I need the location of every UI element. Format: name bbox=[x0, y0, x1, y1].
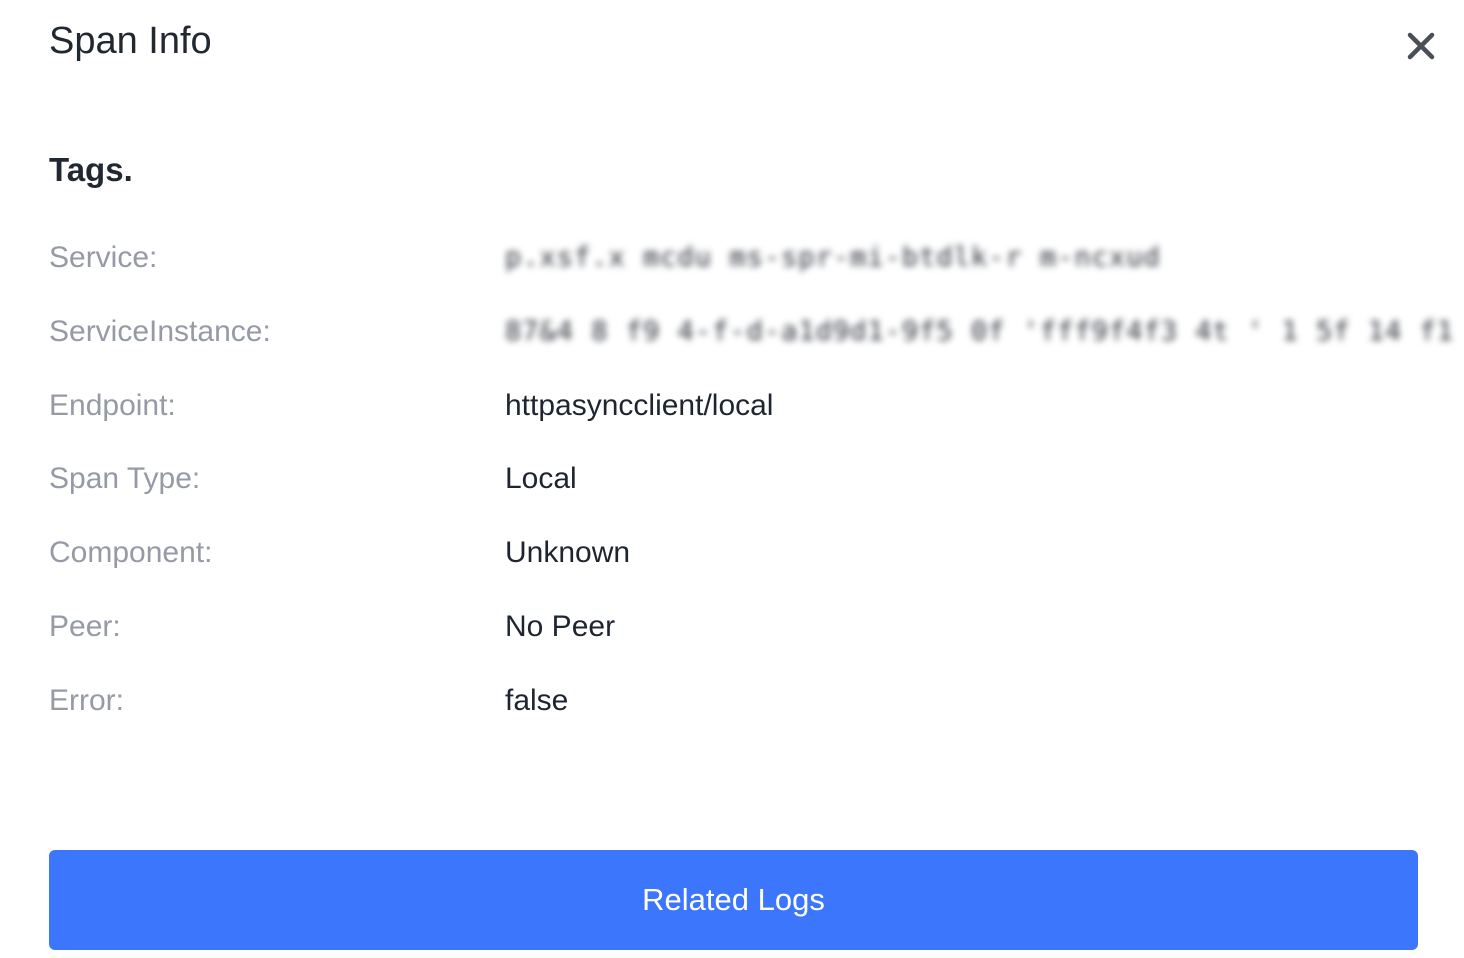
tag-label: Endpoint: bbox=[49, 388, 176, 422]
tags-section-title: Tags. bbox=[49, 151, 133, 188]
tag-label: Service: bbox=[49, 241, 158, 274]
close-button[interactable] bbox=[1401, 26, 1441, 66]
tag-row-service-instance: ServiceInstance: 87&4 8 f9 4-f-d-a1d9d1-… bbox=[49, 308, 1464, 382]
tag-label: Error: bbox=[49, 683, 124, 717]
tag-row-endpoint: Endpoint: httpasyncclient/local bbox=[49, 382, 1349, 456]
tag-row-span-type: Span Type: Local bbox=[49, 455, 1349, 529]
tag-value-service: p.xsf.x mcdu ms-spr-mi-btdlk-r m-ncxud bbox=[505, 242, 1161, 273]
tags-list: Service: p.xsf.x mcdu ms-spr-mi-btdlk-r … bbox=[49, 234, 1464, 751]
related-logs-button[interactable]: Related Logs bbox=[49, 850, 1418, 950]
tag-row-error: Error: false bbox=[49, 677, 1349, 751]
tag-label: ServiceInstance: bbox=[49, 314, 271, 348]
tag-value-peer: No Peer bbox=[505, 609, 616, 643]
span-info-dialog: Span Info Tags. Service: p.xsf.x mcdu ms… bbox=[0, 0, 1464, 958]
close-icon bbox=[1407, 32, 1435, 60]
dialog-title: Span Info bbox=[49, 20, 212, 62]
tag-row-service: Service: p.xsf.x mcdu ms-spr-mi-btdlk-r … bbox=[49, 234, 1349, 308]
tag-value-endpoint: httpasyncclient/local bbox=[505, 388, 774, 422]
tag-row-component: Component: Unknown bbox=[49, 529, 1349, 603]
tag-value-service-instance: 87&4 8 f9 4-f-d-a1d9d1-9f5 0f 'fff9f4f3 … bbox=[505, 315, 1464, 347]
tag-row-peer: Peer: No Peer bbox=[49, 603, 1349, 677]
tag-label: Peer: bbox=[49, 609, 121, 643]
tag-value-component: Unknown bbox=[505, 536, 631, 570]
tag-label: Span Type: bbox=[49, 462, 201, 496]
tag-label: Component: bbox=[49, 536, 213, 570]
tag-value-span-type: Local bbox=[505, 462, 577, 496]
tag-value-error: false bbox=[505, 683, 569, 717]
